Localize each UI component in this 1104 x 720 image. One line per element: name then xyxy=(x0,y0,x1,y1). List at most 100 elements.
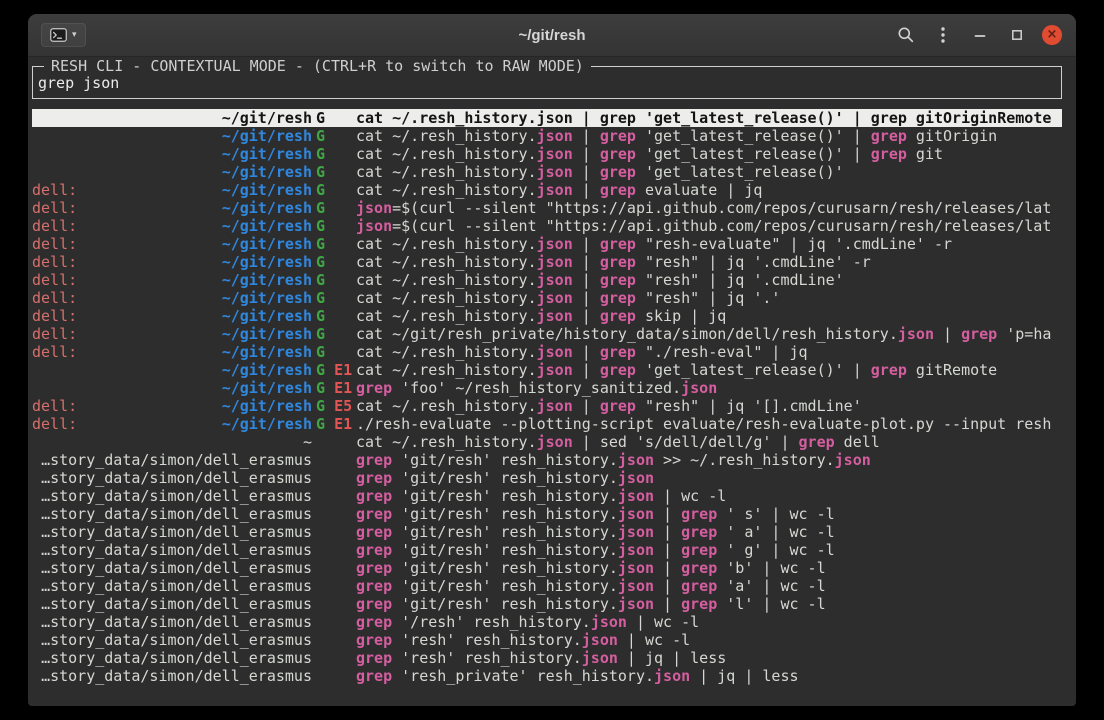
flags-cell xyxy=(312,451,356,469)
history-row[interactable]: ~/git/reshGcat ~/.resh_history.json | gr… xyxy=(32,163,1062,181)
command-text: cat ~/.resh_history.json | sed 's/dell/d… xyxy=(356,433,1062,451)
host-path-cell: …story_data/simon/dell_erasmus xyxy=(32,523,312,541)
match-highlight: json xyxy=(356,217,392,235)
command-text: grep 'resh' resh_history.json | wc -l xyxy=(356,631,1062,649)
match-highlight: grep xyxy=(681,559,717,577)
history-row[interactable]: …story_data/simon/dell_erasmusgrep 'git/… xyxy=(32,505,1062,523)
history-row[interactable]: …story_data/simon/dell_erasmusgrep 'git/… xyxy=(32,487,1062,505)
history-row[interactable]: dell:~/git/reshGcat ~/.resh_history.json… xyxy=(32,253,1062,271)
history-row[interactable]: dell:~/git/reshGcat ~/.resh_history.json… xyxy=(32,235,1062,253)
minimize-button[interactable] xyxy=(968,23,992,47)
history-row[interactable]: …story_data/simon/dell_erasmusgrep 'git/… xyxy=(32,577,1062,595)
match-highlight: json xyxy=(537,289,573,307)
history-row[interactable]: …story_data/simon/dell_erasmusgrep '/res… xyxy=(32,613,1062,631)
git-flag: G xyxy=(316,397,325,415)
terminal-content[interactable]: RESH CLI - CONTEXTUAL MODE - (CTRL+R to … xyxy=(28,57,1076,706)
menu-button[interactable] xyxy=(931,23,955,47)
flags-cell xyxy=(312,559,356,577)
history-row[interactable]: …story_data/simon/dell_erasmusgrep 'git/… xyxy=(32,523,1062,541)
host-path-cell: dell:~/git/resh xyxy=(32,253,312,271)
history-row[interactable]: dell:~/git/reshG E1./resh-evaluate --plo… xyxy=(32,415,1062,433)
flags-cell: G E5 xyxy=(312,397,356,415)
path-label: ~/git/resh xyxy=(222,199,312,217)
history-row[interactable]: …story_data/simon/dell_erasmusgrep 'git/… xyxy=(32,541,1062,559)
git-flag: G xyxy=(316,109,325,127)
command-text: json=$(curl --silent "https://api.github… xyxy=(356,217,1062,235)
match-highlight: grep xyxy=(356,577,392,595)
chevron-down-icon: ▾ xyxy=(72,31,77,40)
host-label: dell: xyxy=(32,181,77,199)
host-path-cell: dell: ~/git/resh xyxy=(32,307,312,325)
match-highlight: grep xyxy=(356,505,392,523)
flags-cell: G xyxy=(312,325,356,343)
match-highlight: grep xyxy=(871,109,907,127)
history-row[interactable]: dell:~/git/reshGcat ~/.resh_history.json… xyxy=(32,289,1062,307)
match-highlight: json xyxy=(618,577,654,595)
match-highlight: json xyxy=(537,235,573,253)
path-label: ~/git/resh xyxy=(222,163,312,181)
history-row[interactable]: …story_data/simon/dell_erasmusgrep 'git/… xyxy=(32,469,1062,487)
host-path-cell: …story_data/simon/dell_erasmus xyxy=(32,577,312,595)
host-path-cell: dell:~/git/resh xyxy=(32,325,312,343)
command-text: cat ~/.resh_history.json | grep "resh" |… xyxy=(356,289,1062,307)
history-row-selected[interactable]: ~/git/reshGcat ~/.resh_history.json | gr… xyxy=(32,109,1062,127)
history-row[interactable]: dell:~/git/reshGcat ~/git/resh_private/h… xyxy=(32,325,1062,343)
match-highlight: grep xyxy=(871,361,907,379)
history-row[interactable]: dell:~/git/reshGjson=$(curl --silent "ht… xyxy=(32,199,1062,217)
match-highlight: grep xyxy=(356,451,392,469)
history-row[interactable]: …story_data/simon/dell_erasmusgrep 'git/… xyxy=(32,451,1062,469)
flags-cell xyxy=(312,595,356,613)
history-row[interactable]: dell:~/git/reshGjson=$(curl --silent "ht… xyxy=(32,217,1062,235)
flags-cell xyxy=(312,523,356,541)
history-row[interactable]: ~/git/reshG E1grep 'foo' ~/resh_history_… xyxy=(32,379,1062,397)
titlebar[interactable]: ▾ ~/git/resh xyxy=(28,14,1076,57)
search-button[interactable] xyxy=(894,23,918,47)
git-flag: G xyxy=(316,145,325,163)
flags-cell xyxy=(312,613,356,631)
flags-cell: G xyxy=(312,109,356,127)
path-label: ~/git/resh xyxy=(222,361,312,379)
command-text: cat ~/.resh_history.json | grep 'get_lat… xyxy=(356,145,1062,163)
close-button[interactable]: × xyxy=(1042,25,1062,45)
history-row[interactable]: …story_data/simon/dell_erasmusgrep 'git/… xyxy=(32,559,1062,577)
match-highlight: json xyxy=(654,667,690,685)
history-row[interactable]: dell:~/git/reshGcat ~/.resh_history.json… xyxy=(32,343,1062,361)
match-highlight: json xyxy=(582,631,618,649)
flags-cell xyxy=(312,541,356,559)
history-row[interactable]: ~/git/reshG E1cat ~/.resh_history.json |… xyxy=(32,361,1062,379)
history-row[interactable]: dell:~/git/reshG E5cat ~/.resh_history.j… xyxy=(32,397,1062,415)
git-flag: G xyxy=(316,361,325,379)
flags-cell: G xyxy=(312,217,356,235)
history-row[interactable]: …story_data/simon/dell_erasmusgrep 'git/… xyxy=(32,595,1062,613)
match-highlight: json xyxy=(618,487,654,505)
match-highlight: json xyxy=(537,343,573,361)
host-path-cell: ~ xyxy=(32,433,312,451)
history-row[interactable]: dell:~/git/reshGcat ~/.resh_history.json… xyxy=(32,307,1062,325)
match-highlight: grep xyxy=(961,325,997,343)
path-label: ~/git/resh xyxy=(222,145,312,163)
history-row[interactable]: ~/git/reshGcat ~/.resh_history.json | gr… xyxy=(32,145,1062,163)
path-label: ~/git/resh xyxy=(222,307,312,325)
history-row[interactable]: …story_data/simon/dell_erasmusgrep 'resh… xyxy=(32,649,1062,667)
path-label: ~/git/resh xyxy=(222,325,312,343)
git-flag: G xyxy=(316,415,325,433)
host-path-cell: …story_data/simon/dell_erasmus xyxy=(32,595,312,613)
path-label: ~/git/resh xyxy=(222,397,312,415)
history-row[interactable]: ~/git/reshGcat ~/.resh_history.json | gr… xyxy=(32,127,1062,145)
history-row[interactable]: …story_data/simon/dell_erasmusgrep 'resh… xyxy=(32,631,1062,649)
match-highlight: grep xyxy=(356,667,392,685)
command-text: grep 'git/resh' resh_history.json | grep… xyxy=(356,505,1062,523)
match-highlight: grep xyxy=(356,649,392,667)
history-row[interactable]: dell:~/git/reshGcat ~/.resh_history.json… xyxy=(32,271,1062,289)
history-row[interactable]: ~ cat ~/.resh_history.json | sed 's/dell/… xyxy=(32,433,1062,451)
history-row[interactable]: …story_data/simon/dell_erasmusgrep 'resh… xyxy=(32,667,1062,685)
new-terminal-button[interactable]: ▾ xyxy=(41,23,86,47)
host-path-cell: dell:~/git/resh xyxy=(32,199,312,217)
git-flag: G xyxy=(316,181,325,199)
host-label: dell: xyxy=(32,307,77,325)
restore-button[interactable] xyxy=(1005,23,1029,47)
history-row[interactable]: dell:~/git/reshGcat ~/.resh_history.json… xyxy=(32,181,1062,199)
exit-status-flag: E1 xyxy=(334,379,352,397)
desktop: { "titlebar": { "title": "~/git/resh", "… xyxy=(0,0,1104,720)
flags-cell xyxy=(312,631,356,649)
